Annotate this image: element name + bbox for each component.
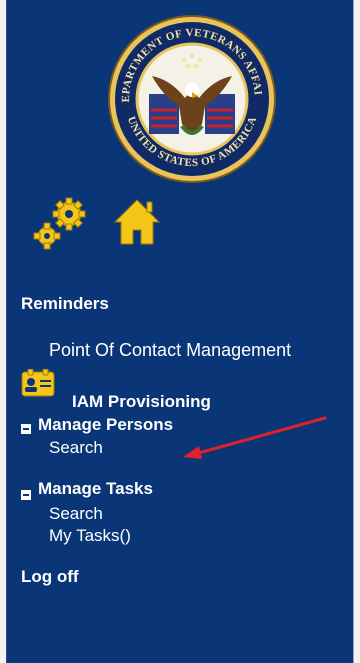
manage-persons-collapse-icon[interactable]	[21, 424, 31, 434]
sidebar-panel: DEPARTMENT OF VETERANS AFFAIRS UNITED ST…	[6, 0, 354, 663]
manage-persons-heading[interactable]: Manage Persons	[38, 415, 173, 435]
manage-tasks-collapse-icon[interactable]	[21, 490, 31, 500]
manage-tasks-search-link[interactable]: Search	[49, 504, 103, 524]
id-card-icon	[21, 369, 55, 397]
reminders-link[interactable]: Reminders	[21, 294, 109, 314]
log-off-link[interactable]: Log off	[21, 567, 79, 587]
iam-provisioning-heading: IAM Provisioning	[72, 392, 211, 411]
gears-icon[interactable]	[31, 196, 91, 256]
my-tasks-link[interactable]: My Tasks()	[49, 526, 131, 546]
va-seal-logo: DEPARTMENT OF VETERANS AFFAIRS UNITED ST…	[107, 14, 276, 183]
annotation-arrow-icon	[183, 416, 327, 459]
home-icon[interactable]	[111, 196, 163, 248]
manage-persons-search-link[interactable]: Search	[49, 438, 103, 458]
point-of-contact-management-link[interactable]: Point Of Contact Management	[49, 340, 291, 361]
manage-tasks-heading[interactable]: Manage Tasks	[38, 479, 153, 499]
